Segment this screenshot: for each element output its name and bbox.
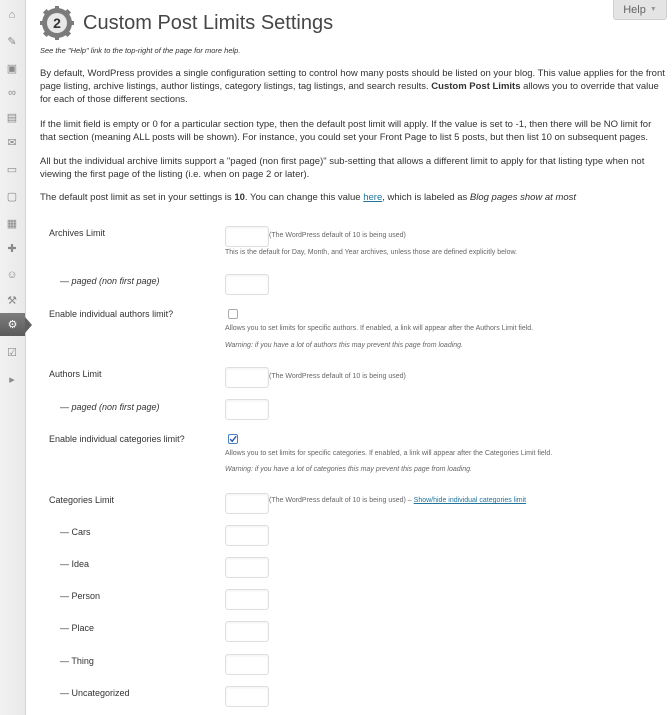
- intro-paragraph-4: The default post limit as set in your se…: [40, 192, 577, 203]
- extra-icon[interactable]: ☑: [5, 346, 19, 360]
- pin-icon[interactable]: ✎: [5, 35, 19, 49]
- category-input-idea[interactable]: [225, 557, 269, 578]
- categories-limit-input[interactable]: [225, 493, 269, 514]
- toggle-categories-link[interactable]: Show/hide individual categories limit: [414, 497, 526, 504]
- pages-icon[interactable]: ▤: [5, 111, 19, 125]
- page-header: 2 Custom Post Limits Settings: [40, 6, 333, 40]
- help-label: Help: [623, 3, 646, 16]
- feedback-icon[interactable]: ▭: [5, 163, 19, 177]
- categories-enable-description: Allows you to set limits for specific ca…: [225, 450, 553, 457]
- category-label-person: — Person: [60, 591, 101, 601]
- collapse-icon[interactable]: ▸: [5, 373, 19, 387]
- categories-limit-label: Categories Limit: [49, 495, 115, 505]
- category-input-person[interactable]: [225, 589, 269, 610]
- category-label-idea: — Idea: [60, 559, 90, 569]
- chevron-down-icon: ▼: [649, 6, 657, 13]
- comments-icon[interactable]: ✉: [5, 136, 19, 150]
- archives-default-note: (The WordPress default of 10 is being us…: [269, 232, 406, 239]
- authors-enable-description: Allows you to set limits for specific au…: [225, 325, 534, 332]
- links-icon[interactable]: ∞: [5, 86, 19, 100]
- authors-enable-warning: Warning: if you have a lot of authors th…: [225, 342, 463, 349]
- categories-enable-checkbox[interactable]: [228, 434, 238, 444]
- checkmark-icon: [229, 435, 237, 443]
- archives-paged-input[interactable]: [225, 274, 269, 295]
- tools-icon[interactable]: ⚒: [5, 294, 19, 308]
- archives-limit-label: Archives Limit: [49, 228, 106, 238]
- users-icon[interactable]: ☺: [5, 268, 19, 282]
- categories-enable-label: Enable individual categories limit?: [49, 434, 185, 444]
- authors-limit-input[interactable]: [225, 367, 269, 388]
- authors-default-note: (The WordPress default of 10 is being us…: [269, 373, 406, 380]
- category-label-thing: — Thing: [60, 656, 94, 666]
- intro-paragraph-2: If the limit field is empty or 0 for a p…: [40, 119, 652, 143]
- appearance-icon[interactable]: ▦: [5, 217, 19, 231]
- plugins-icon[interactable]: ✚: [5, 242, 19, 256]
- svg-text:2: 2: [53, 15, 61, 31]
- archives-description: This is the default for Day, Month, and …: [225, 249, 518, 256]
- help-button[interactable]: Help ▼: [613, 0, 667, 20]
- intro-paragraph-1: By default, WordPress provides a single …: [40, 68, 665, 105]
- settings-link[interactable]: here: [363, 192, 382, 203]
- plugin-gear-icon: 2: [40, 6, 74, 40]
- media-icon[interactable]: ▣: [5, 62, 19, 76]
- intro-paragraph-3: All but the individual archive limits su…: [40, 156, 645, 180]
- category-input-place[interactable]: [225, 621, 269, 642]
- category-input-thing[interactable]: [225, 654, 269, 675]
- settings-icon[interactable]: ⚙: [0, 313, 32, 336]
- category-label-uncategorized: — Uncategorized: [60, 688, 130, 698]
- category-label-place: — Place: [60, 623, 95, 633]
- categories-default-note: (The WordPress default of 10 is being us…: [269, 497, 527, 504]
- authors-paged-input[interactable]: [225, 399, 269, 420]
- admin-sidebar: ⌂ ✎ ▣ ∞ ▤ ✉ ▭ ▢ ▦ ✚ ☺ ⚒ ⚙ ☑ ▸: [0, 0, 32, 715]
- authors-enable-checkbox[interactable]: [228, 309, 238, 319]
- authors-enable-label: Enable individual authors limit?: [49, 309, 174, 319]
- authors-limit-label: Authors Limit: [49, 369, 102, 379]
- help-note: See the "Help" link to the top-right of …: [40, 46, 241, 55]
- authors-paged-label: — paged (non first page): [60, 402, 160, 412]
- archives-limit-input[interactable]: [225, 226, 269, 247]
- category-input-uncategorized[interactable]: [225, 686, 269, 707]
- categories-enable-warning: Warning: if you have a lot of categories…: [225, 466, 472, 473]
- ratings-icon[interactable]: ▢: [5, 190, 19, 204]
- archives-paged-label: — paged (non first page): [60, 276, 160, 286]
- category-input-cars[interactable]: [225, 525, 269, 546]
- dashboard-icon[interactable]: ⌂: [5, 8, 19, 22]
- page-title: Custom Post Limits Settings: [83, 11, 334, 34]
- category-label-cars: — Cars: [60, 527, 91, 537]
